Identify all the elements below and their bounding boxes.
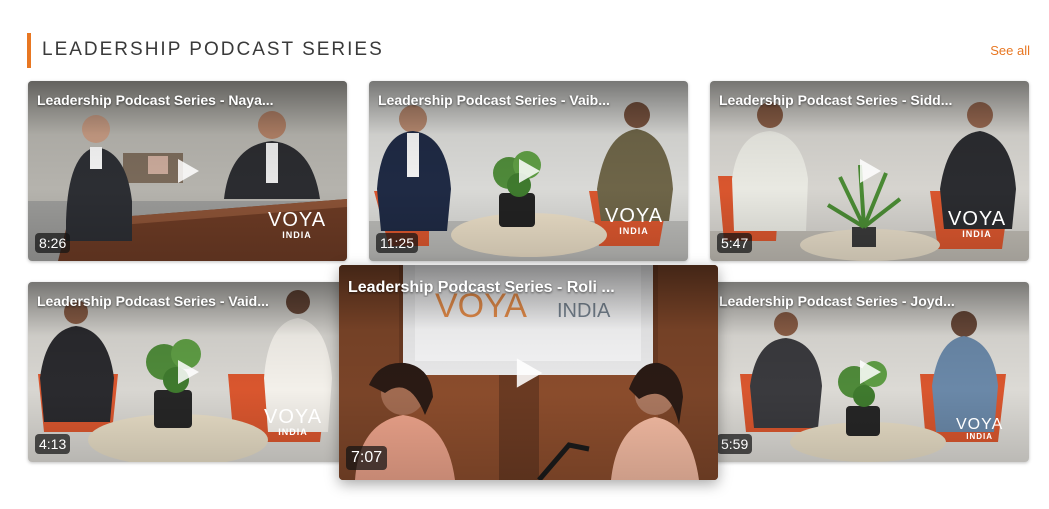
video-duration: 8:26 xyxy=(35,233,71,253)
video-duration: 11:25 xyxy=(376,233,418,253)
play-icon[interactable] xyxy=(175,157,201,185)
video-title: Leadership Podcast Series - Joyd... xyxy=(719,293,955,309)
play-icon[interactable] xyxy=(857,358,883,386)
play-icon[interactable] xyxy=(516,157,542,185)
play-icon[interactable] xyxy=(175,358,201,386)
voya-india-logo: VOYA INDIA xyxy=(264,406,323,437)
video-card[interactable]: Leadership Podcast Series - Joyd... VOYA… xyxy=(710,282,1029,462)
video-card[interactable]: Leadership Podcast Series - Sidd... VOYA… xyxy=(710,81,1029,261)
voya-india-logo: VOYA INDIA xyxy=(956,416,1004,441)
video-card[interactable]: Leadership Podcast Series - Vaib... VOYA… xyxy=(369,81,688,261)
section-title: LEADERSHIP PODCAST SERIES xyxy=(42,39,384,60)
video-card-featured[interactable]: VOYA INDIA Leadership Podcast Series - R… xyxy=(339,265,718,480)
video-title: Leadership Podcast Series - Vaid... xyxy=(37,293,269,309)
video-title: Leadership Podcast Series - Roli ... xyxy=(348,279,615,296)
accent-bar xyxy=(27,33,31,68)
video-title: Leadership Podcast Series - Naya... xyxy=(37,92,274,108)
video-duration: 5:59 xyxy=(717,434,753,454)
video-duration: 5:47 xyxy=(717,233,753,253)
video-title: Leadership Podcast Series - Sidd... xyxy=(719,92,953,108)
video-duration: 7:07 xyxy=(346,446,388,470)
voya-india-logo: VOYA INDIA xyxy=(605,205,664,236)
play-icon[interactable] xyxy=(513,356,545,390)
play-icon[interactable] xyxy=(857,157,883,185)
video-duration: 4:13 xyxy=(35,434,71,454)
see-all-link[interactable]: See all xyxy=(990,43,1030,58)
voya-india-logo: VOYA INDIA xyxy=(948,208,1007,239)
section-header: LEADERSHIP PODCAST SERIES See all xyxy=(27,33,1030,68)
voya-india-logo: VOYA INDIA xyxy=(268,209,327,240)
video-card[interactable]: Leadership Podcast Series - Vaid... VOYA… xyxy=(28,282,347,462)
video-title: Leadership Podcast Series - Vaib... xyxy=(378,92,610,108)
video-card[interactable]: Leadership Podcast Series - Naya... VOYA… xyxy=(28,81,347,261)
